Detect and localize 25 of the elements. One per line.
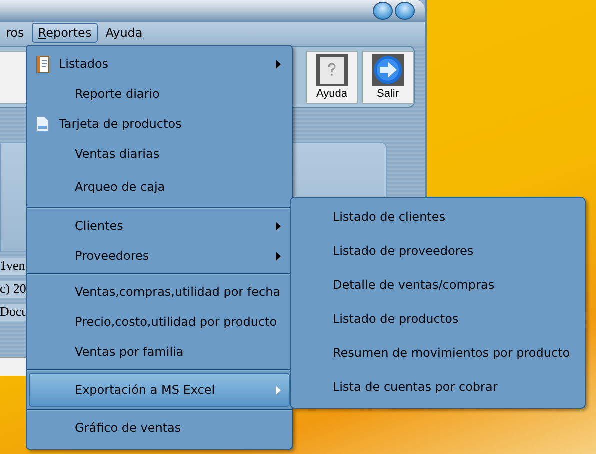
menu-item[interactable]: Tarjeta de productos xyxy=(29,109,290,139)
arrow-icon xyxy=(372,54,404,86)
menu-item[interactable]: Ventas diarias xyxy=(29,139,290,169)
menu-item[interactable]: Arqueo de caja xyxy=(29,169,290,205)
close-button[interactable] xyxy=(395,2,415,20)
minimize-button[interactable] xyxy=(373,2,393,20)
menu-item[interactable]: Proveedores xyxy=(29,241,290,271)
menu-item[interactable]: Exportación a MS Excel xyxy=(29,373,290,407)
document-icon xyxy=(36,116,49,132)
menu-item[interactable]: Listados xyxy=(29,49,290,79)
menu-item[interactable]: Listado de clientes xyxy=(291,200,585,234)
toolbar-button[interactable]: Ayuda xyxy=(306,50,358,104)
menu-item[interactable]: Clientes xyxy=(29,211,290,241)
menu-item[interactable]: Ventas por familia xyxy=(29,337,290,367)
menu-item[interactable]: Lista de cuentas por cobrar xyxy=(291,370,585,404)
menu-bar-item[interactable]: ros xyxy=(0,23,30,43)
notebook-icon xyxy=(36,56,50,72)
menu-item[interactable]: Reporte diario xyxy=(29,79,290,109)
menu-item[interactable]: Listado de proveedores xyxy=(291,234,585,268)
toolbar-button[interactable]: Salir xyxy=(362,50,414,104)
help-icon xyxy=(316,54,348,86)
menu-bar-item[interactable]: Reportes xyxy=(32,23,98,43)
menu-item[interactable]: Gráfico de ventas xyxy=(29,413,290,443)
menu-item[interactable]: Resumen de movimientos por producto xyxy=(291,336,585,370)
menu-bar-item[interactable]: Ayuda xyxy=(100,23,149,43)
